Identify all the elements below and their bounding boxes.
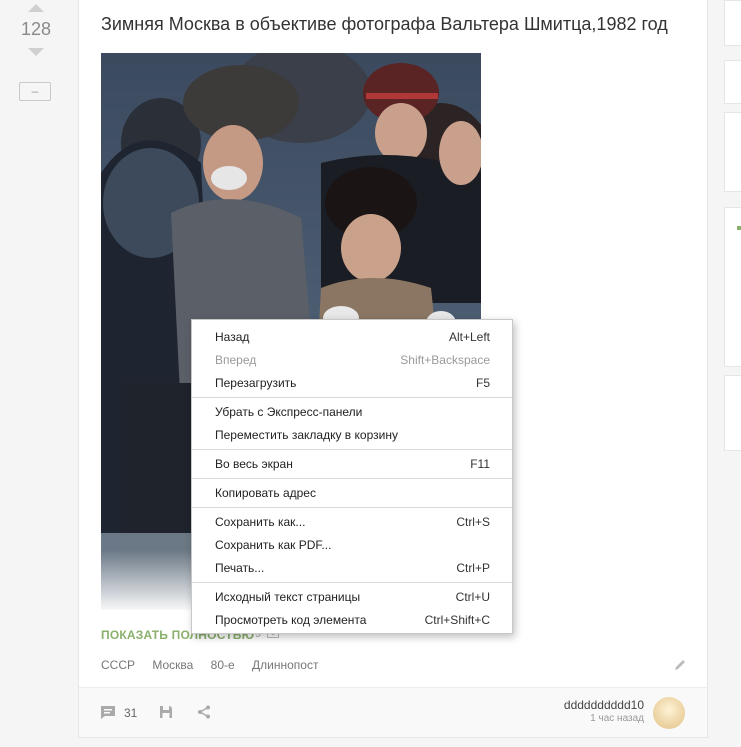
menu-item-label: Копировать адрес [215, 486, 316, 500]
menu-item[interactable]: Назад Alt+Left [192, 326, 512, 349]
menu-item: Вперед Shift+Backspace [192, 349, 512, 372]
sidebar-block [724, 207, 741, 367]
menu-item-label: Сохранить как... [215, 515, 306, 529]
pencil-icon[interactable] [674, 658, 687, 676]
avatar[interactable] [653, 697, 685, 729]
arrow-down-icon[interactable] [28, 48, 44, 56]
sidebar-indicator [737, 226, 741, 230]
menu-item-label: Печать... [215, 561, 265, 575]
post-time: 1 час назад [590, 713, 644, 724]
sidebar-block [724, 60, 741, 104]
menu-item-shortcut: Shift+Backspace [400, 353, 490, 367]
tag[interactable]: Москва [152, 658, 193, 672]
author-name[interactable]: dddddddddd10 [564, 698, 644, 712]
menu-item-shortcut: F5 [475, 376, 490, 390]
menu-item-shortcut: Ctrl+U [455, 590, 490, 604]
post-rating: 128 [20, 19, 52, 39]
menu-item-shortcut: Ctrl+P [456, 561, 490, 575]
menu-item-shortcut: F11 [470, 457, 490, 471]
menu-item[interactable]: Убрать с Экспресс-панели [192, 401, 512, 424]
menu-item[interactable]: Сохранить как PDF... [192, 534, 512, 557]
comment-icon[interactable] [100, 705, 116, 725]
sidebar-block [724, 112, 741, 192]
menu-item-label: Во весь экран [215, 457, 293, 471]
menu-item[interactable]: Исходный текст страницы Ctrl+U [192, 586, 512, 609]
menu-separator [192, 397, 512, 398]
menu-item[interactable]: Печать... Ctrl+P [192, 557, 512, 580]
vote-column: 128 [14, 4, 58, 56]
context-menu: Назад Alt+Left Вперед Shift+Backspace Переза… [191, 319, 513, 634]
menu-item-label: Переместить закладку в корзину [215, 428, 398, 442]
tag-list: СССР Москва 80-е Длиннопост [101, 658, 332, 672]
comments-count[interactable]: 31 [124, 706, 137, 720]
share-icon[interactable] [197, 705, 211, 724]
menu-item-label: Назад [215, 330, 250, 344]
menu-separator [192, 478, 512, 479]
menu-item-label: Просмотреть код элемента [215, 613, 367, 627]
menu-item[interactable]: Во весь экран F11 [192, 453, 512, 476]
menu-item[interactable]: Сохранить как... Ctrl+S [192, 511, 512, 534]
arrow-up-icon[interactable] [28, 4, 44, 12]
menu-separator [192, 582, 512, 583]
tag[interactable]: СССР [101, 658, 135, 672]
menu-item-shortcut: Alt+Left [448, 330, 490, 344]
menu-item-shortcut: Ctrl+S [456, 515, 490, 529]
menu-item-label: Вперед [215, 353, 257, 367]
menu-separator [192, 507, 512, 508]
menu-item-shortcut: Ctrl+Shift+C [424, 613, 490, 627]
menu-item-label: Исходный текст страницы [215, 590, 361, 604]
sidebar-block [724, 375, 741, 451]
author-block: dddddddddd10 1 час назад [564, 698, 644, 724]
floppy-disk-icon[interactable] [159, 705, 173, 724]
menu-item[interactable]: Переместить закладку в корзину [192, 424, 512, 447]
sidebar-block [724, 0, 741, 46]
menu-item-label: Убрать с Экспресс-панели [215, 405, 363, 419]
collapse-button[interactable]: – [19, 82, 51, 101]
menu-separator [192, 449, 512, 450]
menu-item-label: Сохранить как PDF... [215, 538, 332, 552]
menu-item[interactable]: Просмотреть код элемента Ctrl+Shift+C [192, 609, 512, 632]
story-title[interactable]: Зимняя Москва в объективе фотографа Валь… [101, 14, 668, 35]
menu-item[interactable]: Копировать адрес [192, 482, 512, 505]
tag[interactable]: 80-е [211, 658, 235, 672]
menu-item[interactable]: Перезагрузить F5 [192, 372, 512, 395]
tag[interactable]: Длиннопост [252, 658, 318, 672]
story-footer: 31 dddddddddd10 1 час назад [79, 687, 707, 737]
menu-item-label: Перезагрузить [215, 376, 297, 390]
